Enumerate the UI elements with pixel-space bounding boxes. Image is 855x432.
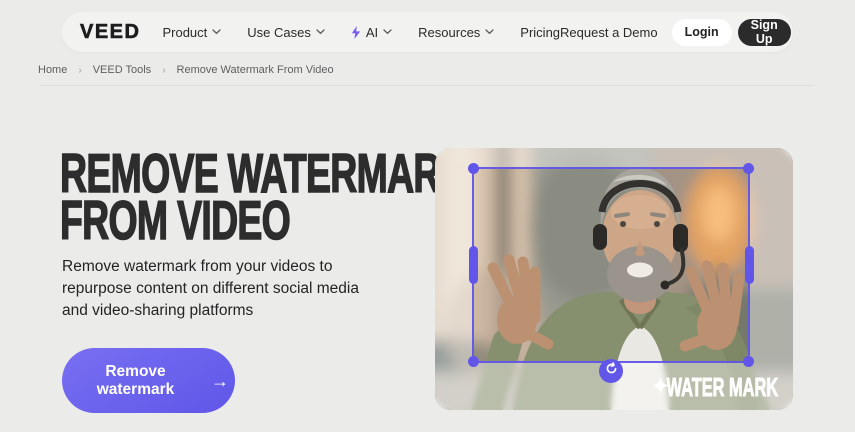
hero-section: REMOVE WATERMARK FROM VIDEO Remove water…	[60, 150, 430, 413]
header-divider	[40, 85, 815, 86]
lightning-bolt-icon	[351, 26, 361, 39]
selection-handle-top-left	[468, 163, 479, 174]
veed-logo[interactable]: VEED	[80, 21, 140, 44]
overlay-wash-right	[750, 167, 793, 363]
chevron-down-icon	[383, 29, 392, 35]
chevron-down-icon	[485, 29, 494, 35]
watermark-label-wrap: WATER MARK	[678, 374, 778, 401]
remove-watermark-button[interactable]: Remove watermark →	[62, 348, 235, 413]
breadcrumb-separator: ›	[162, 65, 165, 76]
breadcrumb-current-page: Remove Watermark From Video	[177, 64, 334, 76]
selection-handle-right	[745, 246, 754, 284]
breadcrumb-home[interactable]: Home	[38, 64, 67, 76]
nav-item-use-cases[interactable]: Use Cases	[247, 25, 325, 40]
watermark: WATER MARK	[651, 374, 778, 401]
arrow-right-icon: →	[211, 372, 229, 390]
page-title: REMOVE WATERMARK FROM VIDEO	[60, 150, 312, 244]
chevron-down-icon	[316, 29, 325, 35]
rotate-handle	[599, 359, 623, 383]
selection-box	[472, 167, 750, 363]
selection-handle-top-right	[743, 163, 754, 174]
breadcrumb: Home › VEED Tools › Remove Watermark Fro…	[38, 64, 334, 76]
request-demo-link[interactable]: Request a Demo	[560, 25, 658, 40]
selection-handle-bottom-right	[743, 356, 754, 367]
page-title-line2: FROM VIDEO	[60, 197, 312, 244]
hero-description: Remove watermark from your videos to rep…	[62, 256, 374, 322]
watermark-label: WATER MARK	[666, 374, 778, 401]
video-preview-card: WATER MARK	[435, 148, 793, 410]
nav-item-label: AI	[366, 25, 378, 40]
breadcrumb-veed-tools[interactable]: VEED Tools	[93, 64, 152, 76]
nav-item-label: Use Cases	[247, 25, 311, 40]
nav-item-label: Pricing	[520, 25, 560, 40]
cta-label: Remove watermark	[68, 363, 203, 399]
signup-button[interactable]: Sign Up	[738, 19, 791, 46]
overlay-wash-top	[435, 148, 793, 167]
selection-handle-bottom-left	[468, 356, 479, 367]
nav-right: Request a Demo Login Sign Up	[560, 19, 791, 46]
breadcrumb-separator: ›	[78, 65, 81, 76]
chevron-down-icon	[212, 29, 221, 35]
nav-links: Product Use Cases AI Resources Pricing	[162, 25, 560, 40]
nav-item-label: Product	[162, 25, 207, 40]
nav-item-pricing[interactable]: Pricing	[520, 25, 560, 40]
navbar: VEED Product Use Cases AI Resources Pric…	[62, 12, 793, 52]
overlay-wash-left	[435, 167, 472, 363]
nav-item-product[interactable]: Product	[162, 25, 221, 40]
rotate-arrow-icon	[605, 362, 618, 380]
nav-item-resources[interactable]: Resources	[418, 25, 494, 40]
nav-item-ai[interactable]: AI	[351, 25, 392, 40]
nav-item-label: Resources	[418, 25, 480, 40]
login-button[interactable]: Login	[672, 19, 732, 46]
selection-handle-left	[469, 246, 478, 284]
